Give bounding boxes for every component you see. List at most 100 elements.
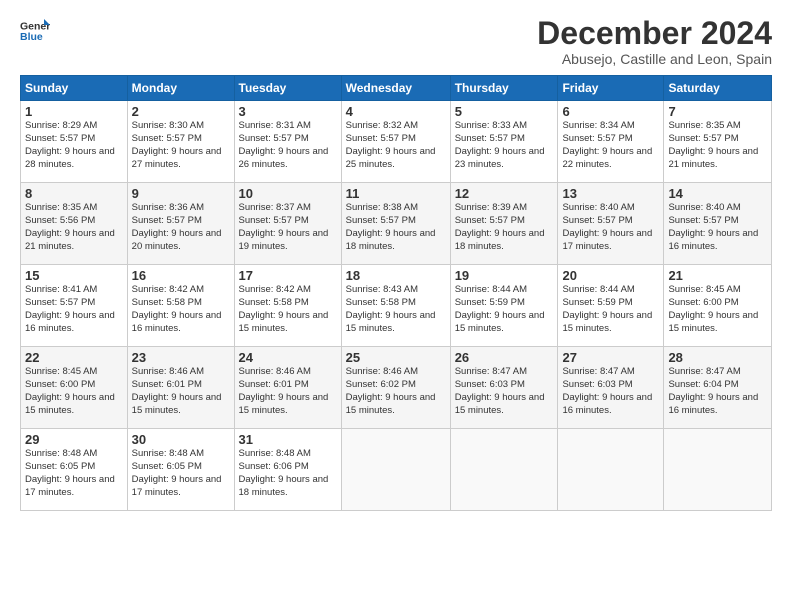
- calendar-week-5: 29Sunrise: 8:48 AMSunset: 6:05 PMDayligh…: [21, 429, 772, 511]
- day-number: 16: [132, 268, 230, 283]
- day-number: 7: [668, 104, 767, 119]
- day-info: Sunrise: 8:47 AMSunset: 6:04 PMDaylight:…: [668, 366, 758, 415]
- calendar-week-2: 8Sunrise: 8:35 AMSunset: 5:56 PMDaylight…: [21, 183, 772, 265]
- day-info: Sunrise: 8:35 AMSunset: 5:56 PMDaylight:…: [25, 202, 115, 251]
- day-info: Sunrise: 8:45 AMSunset: 6:00 PMDaylight:…: [25, 366, 115, 415]
- table-row: 13Sunrise: 8:40 AMSunset: 5:57 PMDayligh…: [558, 183, 664, 265]
- day-number: 15: [25, 268, 123, 283]
- day-info: Sunrise: 8:35 AMSunset: 5:57 PMDaylight:…: [668, 120, 758, 169]
- title-section: December 2024 Abusejo, Castille and Leon…: [537, 16, 772, 67]
- table-row: 21Sunrise: 8:45 AMSunset: 6:00 PMDayligh…: [664, 265, 772, 347]
- table-row: 11Sunrise: 8:38 AMSunset: 5:57 PMDayligh…: [341, 183, 450, 265]
- table-row: 4Sunrise: 8:32 AMSunset: 5:57 PMDaylight…: [341, 101, 450, 183]
- day-number: 19: [455, 268, 554, 283]
- day-info: Sunrise: 8:48 AMSunset: 6:06 PMDaylight:…: [239, 448, 329, 497]
- day-number: 11: [346, 186, 446, 201]
- day-info: Sunrise: 8:33 AMSunset: 5:57 PMDaylight:…: [455, 120, 545, 169]
- logo: General Blue: [20, 16, 50, 46]
- table-row: 27Sunrise: 8:47 AMSunset: 6:03 PMDayligh…: [558, 347, 664, 429]
- day-number: 4: [346, 104, 446, 119]
- day-number: 25: [346, 350, 446, 365]
- day-number: 6: [562, 104, 659, 119]
- day-number: 8: [25, 186, 123, 201]
- day-number: 29: [25, 432, 123, 447]
- day-info: Sunrise: 8:40 AMSunset: 5:57 PMDaylight:…: [562, 202, 652, 251]
- table-row: 14Sunrise: 8:40 AMSunset: 5:57 PMDayligh…: [664, 183, 772, 265]
- col-friday: Friday: [558, 76, 664, 101]
- col-saturday: Saturday: [664, 76, 772, 101]
- day-info: Sunrise: 8:47 AMSunset: 6:03 PMDaylight:…: [455, 366, 545, 415]
- calendar-week-3: 15Sunrise: 8:41 AMSunset: 5:57 PMDayligh…: [21, 265, 772, 347]
- day-info: Sunrise: 8:46 AMSunset: 6:02 PMDaylight:…: [346, 366, 436, 415]
- table-row: 17Sunrise: 8:42 AMSunset: 5:58 PMDayligh…: [234, 265, 341, 347]
- table-row: 28Sunrise: 8:47 AMSunset: 6:04 PMDayligh…: [664, 347, 772, 429]
- day-number: 1: [25, 104, 123, 119]
- table-row: 20Sunrise: 8:44 AMSunset: 5:59 PMDayligh…: [558, 265, 664, 347]
- day-info: Sunrise: 8:34 AMSunset: 5:57 PMDaylight:…: [562, 120, 652, 169]
- table-row: 23Sunrise: 8:46 AMSunset: 6:01 PMDayligh…: [127, 347, 234, 429]
- table-row: 6Sunrise: 8:34 AMSunset: 5:57 PMDaylight…: [558, 101, 664, 183]
- table-row: 1Sunrise: 8:29 AMSunset: 5:57 PMDaylight…: [21, 101, 128, 183]
- table-row: 9Sunrise: 8:36 AMSunset: 5:57 PMDaylight…: [127, 183, 234, 265]
- col-wednesday: Wednesday: [341, 76, 450, 101]
- table-row: 18Sunrise: 8:43 AMSunset: 5:58 PMDayligh…: [341, 265, 450, 347]
- table-row: 30Sunrise: 8:48 AMSunset: 6:05 PMDayligh…: [127, 429, 234, 511]
- day-number: 17: [239, 268, 337, 283]
- day-info: Sunrise: 8:40 AMSunset: 5:57 PMDaylight:…: [668, 202, 758, 251]
- table-row: 25Sunrise: 8:46 AMSunset: 6:02 PMDayligh…: [341, 347, 450, 429]
- day-number: 30: [132, 432, 230, 447]
- table-row: 5Sunrise: 8:33 AMSunset: 5:57 PMDaylight…: [450, 101, 558, 183]
- table-row: [664, 429, 772, 511]
- day-info: Sunrise: 8:38 AMSunset: 5:57 PMDaylight:…: [346, 202, 436, 251]
- day-info: Sunrise: 8:43 AMSunset: 5:58 PMDaylight:…: [346, 284, 436, 333]
- calendar-header-row: Sunday Monday Tuesday Wednesday Thursday…: [21, 76, 772, 101]
- day-number: 3: [239, 104, 337, 119]
- table-row: 22Sunrise: 8:45 AMSunset: 6:00 PMDayligh…: [21, 347, 128, 429]
- day-number: 21: [668, 268, 767, 283]
- day-info: Sunrise: 8:44 AMSunset: 5:59 PMDaylight:…: [455, 284, 545, 333]
- day-number: 18: [346, 268, 446, 283]
- svg-text:Blue: Blue: [20, 31, 43, 43]
- col-sunday: Sunday: [21, 76, 128, 101]
- day-number: 14: [668, 186, 767, 201]
- page-subtitle: Abusejo, Castille and Leon, Spain: [537, 51, 772, 67]
- logo-icon: General Blue: [20, 16, 50, 46]
- table-row: 7Sunrise: 8:35 AMSunset: 5:57 PMDaylight…: [664, 101, 772, 183]
- day-info: Sunrise: 8:44 AMSunset: 5:59 PMDaylight:…: [562, 284, 652, 333]
- calendar-table: Sunday Monday Tuesday Wednesday Thursday…: [20, 75, 772, 511]
- table-row: 16Sunrise: 8:42 AMSunset: 5:58 PMDayligh…: [127, 265, 234, 347]
- table-row: 2Sunrise: 8:30 AMSunset: 5:57 PMDaylight…: [127, 101, 234, 183]
- day-info: Sunrise: 8:46 AMSunset: 6:01 PMDaylight:…: [239, 366, 329, 415]
- table-row: 12Sunrise: 8:39 AMSunset: 5:57 PMDayligh…: [450, 183, 558, 265]
- day-number: 24: [239, 350, 337, 365]
- day-info: Sunrise: 8:42 AMSunset: 5:58 PMDaylight:…: [132, 284, 222, 333]
- table-row: 19Sunrise: 8:44 AMSunset: 5:59 PMDayligh…: [450, 265, 558, 347]
- day-info: Sunrise: 8:45 AMSunset: 6:00 PMDaylight:…: [668, 284, 758, 333]
- day-number: 31: [239, 432, 337, 447]
- day-number: 5: [455, 104, 554, 119]
- day-number: 23: [132, 350, 230, 365]
- day-info: Sunrise: 8:29 AMSunset: 5:57 PMDaylight:…: [25, 120, 115, 169]
- table-row: [341, 429, 450, 511]
- table-row: [450, 429, 558, 511]
- page-title: December 2024: [537, 16, 772, 51]
- day-number: 28: [668, 350, 767, 365]
- day-info: Sunrise: 8:36 AMSunset: 5:57 PMDaylight:…: [132, 202, 222, 251]
- day-number: 26: [455, 350, 554, 365]
- day-info: Sunrise: 8:39 AMSunset: 5:57 PMDaylight:…: [455, 202, 545, 251]
- day-info: Sunrise: 8:48 AMSunset: 6:05 PMDaylight:…: [25, 448, 115, 497]
- day-number: 13: [562, 186, 659, 201]
- col-monday: Monday: [127, 76, 234, 101]
- table-row: 26Sunrise: 8:47 AMSunset: 6:03 PMDayligh…: [450, 347, 558, 429]
- col-thursday: Thursday: [450, 76, 558, 101]
- day-info: Sunrise: 8:32 AMSunset: 5:57 PMDaylight:…: [346, 120, 436, 169]
- day-info: Sunrise: 8:47 AMSunset: 6:03 PMDaylight:…: [562, 366, 652, 415]
- day-number: 12: [455, 186, 554, 201]
- day-info: Sunrise: 8:37 AMSunset: 5:57 PMDaylight:…: [239, 202, 329, 251]
- day-number: 20: [562, 268, 659, 283]
- day-info: Sunrise: 8:31 AMSunset: 5:57 PMDaylight:…: [239, 120, 329, 169]
- day-info: Sunrise: 8:30 AMSunset: 5:57 PMDaylight:…: [132, 120, 222, 169]
- table-row: [558, 429, 664, 511]
- col-tuesday: Tuesday: [234, 76, 341, 101]
- table-row: 8Sunrise: 8:35 AMSunset: 5:56 PMDaylight…: [21, 183, 128, 265]
